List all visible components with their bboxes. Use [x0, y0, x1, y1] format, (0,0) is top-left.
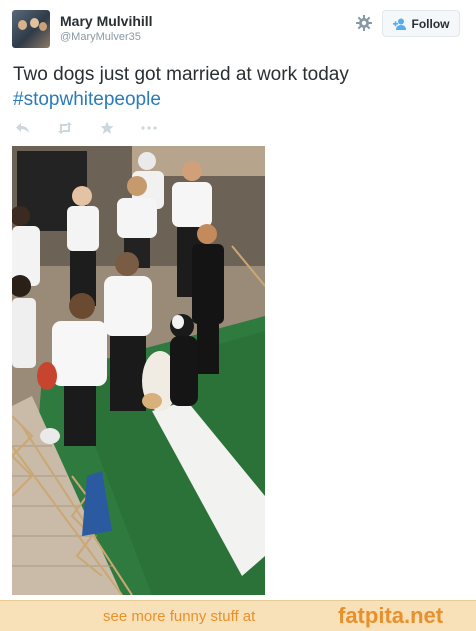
footer-brand[interactable]: fatpita.net	[338, 603, 443, 629]
more-icon[interactable]	[140, 121, 158, 135]
footer-prefix: see more funny stuff at	[103, 608, 256, 625]
person-plus-icon	[392, 18, 407, 30]
tweet-header: Mary Mulvihill @MaryMulver35 Follow	[0, 0, 476, 60]
retweet-icon[interactable]	[56, 121, 74, 135]
tweet-body: Two dogs just got married at work today	[13, 64, 349, 85]
star-icon[interactable]	[98, 121, 116, 135]
tweet-actions	[14, 120, 158, 136]
gear-icon[interactable]	[355, 14, 373, 32]
follow-button[interactable]: Follow	[382, 10, 460, 37]
reply-icon[interactable]	[14, 121, 32, 135]
footer-banner[interactable]: see more funny stuff at fatpita.net	[0, 600, 476, 631]
hashtag-link[interactable]: #stopwhitepeople	[13, 87, 463, 112]
tweet-text: Two dogs just got married at work today …	[13, 62, 463, 112]
display-name[interactable]: Mary Mulvihill	[60, 13, 153, 29]
avatar[interactable]	[12, 10, 50, 48]
follow-label: Follow	[411, 16, 450, 31]
photo-scene	[12, 146, 265, 595]
user-handle[interactable]: @MaryMulver35	[60, 31, 141, 43]
tweet-photo[interactable]	[12, 146, 265, 595]
